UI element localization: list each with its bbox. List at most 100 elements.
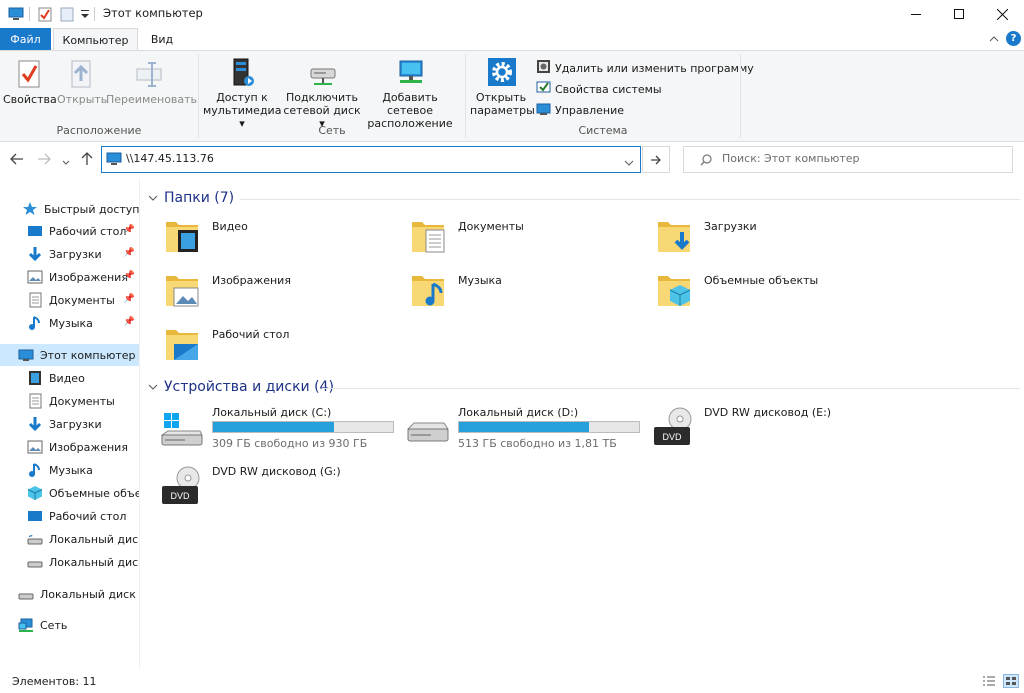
customize-toolbar-icon[interactable] [80, 8, 90, 23]
sidebar-item-this-pc[interactable]: Этот компьютер [0, 344, 139, 366]
large-icons-view-icon[interactable] [1003, 674, 1019, 688]
go-arrow-icon [651, 155, 661, 164]
status-bar: Элементов: 11 [0, 670, 1024, 693]
address-bar[interactable]: \\147.45.113.76 [101, 146, 641, 173]
pin-icon[interactable]: 📌 [124, 225, 135, 235]
add-network-location-button[interactable]: Добавить сетевое расположение [362, 57, 458, 130]
tab-view[interactable]: Вид [140, 28, 184, 51]
documents-folder-icon [410, 218, 446, 254]
open-button[interactable]: Открыть [57, 59, 107, 106]
pictures-icon [27, 269, 43, 285]
folder-tile-desktop[interactable]: Рабочий стол [150, 316, 390, 366]
folder-tile-documents[interactable]: Документы [396, 208, 636, 258]
uninstall-program-button[interactable]: Удалить или изменить программу [536, 59, 754, 77]
group-location-label: Расположение [56, 124, 142, 137]
folder-tile-music[interactable]: Музыка [396, 262, 636, 312]
drive-c-free-space: 309 ГБ свободно из 930 ГБ [212, 437, 368, 450]
manage-button[interactable]: Управление [536, 101, 624, 119]
3d-objects-folder-icon [656, 272, 692, 308]
sidebar-item-qa-downloads[interactable]: Загрузки 📌 [0, 243, 139, 265]
pin-icon[interactable]: 📌 [124, 248, 135, 258]
collapse-ribbon-icon[interactable] [989, 33, 999, 46]
sidebar-item-local-disk[interactable]: Локальный диск (E:) [0, 583, 139, 605]
folder-tile-pictures[interactable]: Изображения [150, 262, 390, 312]
manage-icon [536, 101, 551, 119]
map-network-drive-button[interactable]: Подключить сетевой диск ▾ [283, 57, 361, 130]
drive-d-free-space: 513 ГБ свободно из 1,81 ТБ [458, 437, 617, 450]
pin-icon[interactable]: 📌 [124, 271, 135, 281]
minimize-button[interactable] [893, 0, 939, 28]
folder-tile-downloads[interactable]: Загрузки [642, 208, 882, 258]
back-arrow-icon[interactable] [10, 153, 24, 168]
drive-tile-c[interactable]: Локальный диск (C:) 309 ГБ свободно из 9… [150, 401, 394, 455]
sidebar-item-pc-pictures[interactable]: Изображения [0, 436, 139, 458]
system-properties-button[interactable]: Свойства системы [536, 80, 662, 98]
computer-icon [106, 152, 122, 169]
search-box[interactable]: Поиск: Этот компьютер [683, 146, 1013, 173]
svg-text:DVD: DVD [662, 432, 682, 442]
sidebar-item-network[interactable]: Сеть [0, 614, 139, 636]
new-folder-quick-icon[interactable] [60, 7, 74, 25]
title-bar: Этот компьютер [0, 0, 1024, 28]
open-settings-button[interactable]: Открыть параметры [470, 57, 535, 117]
sidebar-item-quick-access[interactable]: Быстрый доступ [0, 198, 139, 220]
pin-icon[interactable]: 📌 [124, 294, 135, 304]
sidebar-item-pc-documents[interactable]: Документы [0, 390, 139, 412]
video-folder-icon [164, 218, 200, 254]
ribbon-tabs: Файл Компьютер Вид ? [0, 28, 1024, 51]
sidebar-item-pc-downloads[interactable]: Загрузки [0, 413, 139, 435]
folder-tile-video[interactable]: Видео [150, 208, 390, 258]
documents-icon [27, 292, 43, 308]
drive-d-usage-bar [458, 421, 640, 433]
sidebar-item-pc-music[interactable]: Музыка [0, 459, 139, 481]
sidebar-item-qa-pictures[interactable]: Изображения 📌 [0, 266, 139, 288]
sidebar-item-pc-video[interactable]: Видео [0, 367, 139, 389]
music-note-icon [27, 462, 43, 478]
sidebar-item-qa-music[interactable]: Музыка 📌 [0, 312, 139, 334]
pin-icon[interactable]: 📌 [124, 317, 135, 327]
rename-icon [135, 59, 163, 89]
forward-arrow-icon[interactable] [37, 153, 51, 168]
sidebar-item-pc-disk-c[interactable]: Локальный диск (C:) [0, 528, 139, 550]
rename-button[interactable]: Переименовать [106, 59, 197, 106]
sidebar-item-qa-documents[interactable]: Документы 📌 [0, 289, 139, 311]
folders-section-header[interactable]: Папки (7) [148, 190, 234, 206]
group-system-label: Система [578, 124, 628, 137]
windows-drive-icon [160, 413, 204, 452]
sidebar-item-pc-desktop[interactable]: Рабочий стол [0, 505, 139, 527]
tab-computer[interactable]: Компьютер [53, 28, 138, 51]
details-view-icon[interactable] [982, 675, 996, 690]
hard-drive-icon [406, 419, 450, 452]
address-dropdown-icon[interactable] [624, 157, 634, 170]
folder-tile-3d-objects[interactable]: Объемные объекты [642, 262, 882, 312]
item-count: Элементов: 11 [12, 675, 97, 688]
video-icon [27, 370, 43, 386]
properties-icon [15, 59, 43, 89]
media-access-button[interactable]: Доступ к мультимедиа ▾ [203, 57, 281, 130]
maximize-button[interactable] [936, 0, 982, 28]
drive-tile-e[interactable]: DVD DVD RW дисковод (E:) [642, 401, 882, 455]
properties-button[interactable]: Свойства [3, 59, 57, 106]
pictures-folder-icon [164, 272, 200, 308]
drive-tile-g[interactable]: DVD DVD RW дисковод (G:) [150, 460, 390, 514]
up-arrow-icon[interactable] [81, 152, 93, 169]
documents-icon [27, 393, 43, 409]
network-location-icon [396, 57, 424, 87]
search-input[interactable]: Поиск: Этот компьютер [722, 152, 860, 165]
devices-section-header[interactable]: Устройства и диски (4) [148, 379, 334, 395]
hard-drive-icon [27, 554, 43, 570]
system-properties-icon [536, 80, 551, 98]
sidebar-item-qa-desktop[interactable]: Рабочий стол 📌 [0, 220, 139, 242]
chevron-down-icon [148, 195, 158, 201]
sidebar-item-pc-disk-d[interactable]: Локальный диск (D:) [0, 551, 139, 573]
properties-quick-icon[interactable] [38, 7, 52, 25]
help-icon[interactable]: ? [1006, 31, 1021, 46]
drive-tile-d[interactable]: Локальный диск (D:) 513 ГБ свободно из 1… [396, 401, 640, 455]
sidebar-item-pc-3d-objects[interactable]: Объемные объекты [0, 482, 139, 504]
folders-section-title: Папки (7) [164, 190, 235, 206]
go-button[interactable] [642, 146, 670, 173]
tab-file[interactable]: Файл [0, 28, 51, 51]
close-button[interactable] [979, 0, 1024, 28]
address-input[interactable]: \\147.45.113.76 [126, 152, 214, 165]
recent-locations-chevron-icon[interactable] [62, 156, 70, 169]
